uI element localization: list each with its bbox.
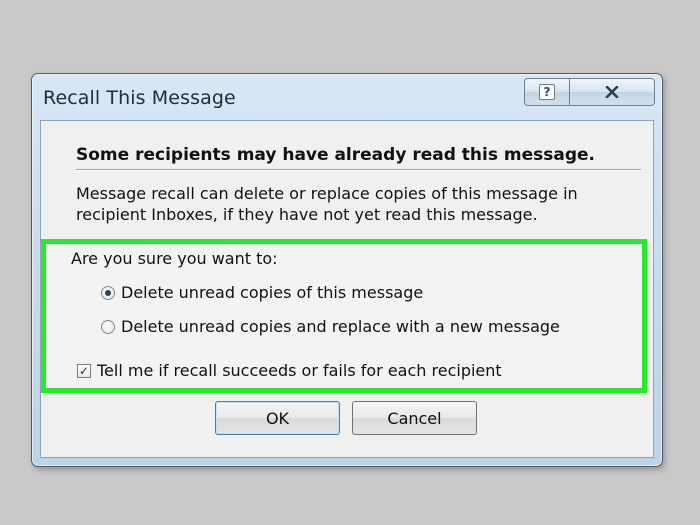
radio-button-replace[interactable]	[101, 319, 115, 334]
help-button[interactable]: ?	[524, 78, 570, 106]
help-icon: ?	[539, 84, 555, 100]
radio-button-delete[interactable]	[101, 285, 115, 300]
cancel-button[interactable]: Cancel	[352, 401, 477, 435]
dialog-body: Some recipients may have already read th…	[40, 120, 654, 458]
notify-checkbox[interactable]: ✓	[77, 363, 91, 378]
confirm-label: Are you sure you want to:	[71, 249, 278, 268]
dialog-title: Recall This Message	[43, 87, 236, 109]
ok-button[interactable]: OK	[215, 401, 340, 435]
option-replace-label: Delete unread copies and replace with a …	[121, 317, 560, 336]
option-delete-unread[interactable]: Delete unread copies of this message	[101, 283, 423, 302]
close-button[interactable]	[569, 78, 655, 106]
recall-description: Message recall can delete or replace cop…	[76, 184, 578, 224]
option-delete-label: Delete unread copies of this message	[121, 283, 424, 302]
warning-heading: Some recipients may have already read th…	[76, 145, 595, 165]
radio-selected-dot	[105, 289, 111, 296]
close-icon	[605, 86, 619, 98]
heading-divider	[76, 169, 641, 171]
checkmark-icon: ✓	[78, 363, 90, 378]
notify-checkbox-row[interactable]: ✓ Tell me if recall succeeds or fails fo…	[77, 361, 502, 380]
option-delete-replace[interactable]: Delete unread copies and replace with a …	[101, 317, 560, 336]
recall-dialog: Recall This Message ? Some recipients ma…	[31, 73, 663, 467]
notify-label: Tell me if recall succeeds or fails for …	[97, 361, 502, 380]
